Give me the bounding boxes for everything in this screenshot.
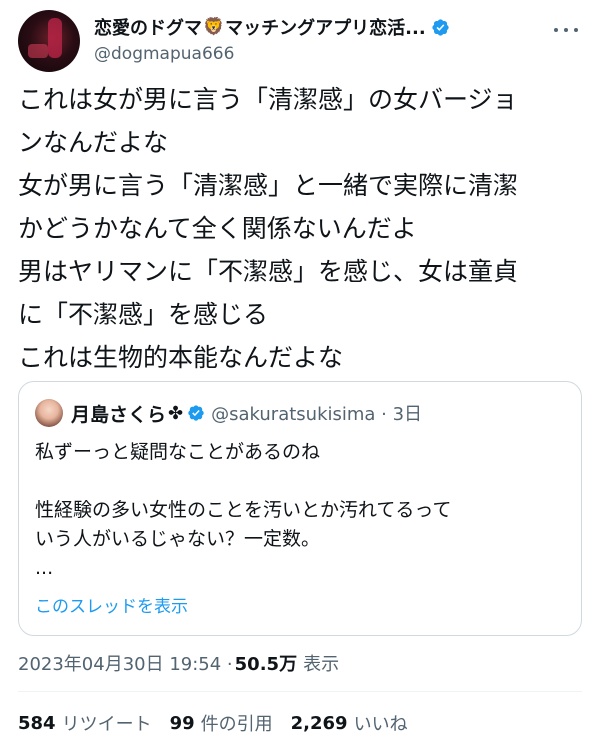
tweet-line: ンなんだよな: [18, 128, 169, 157]
retweet-count[interactable]: 584: [18, 713, 56, 734]
quoted-header: 月島さくら ✤ @sakuratsukisima · 3日: [35, 398, 422, 428]
tweet-line: これは生物的本能なんだよな: [18, 343, 344, 372]
quoted-author-name: 月島さくら: [71, 403, 167, 426]
tweet-text: これは女が男に言う「清潔感」の女バージョ ンなんだよな 女が男に言う「清潔感」と…: [18, 78, 584, 379]
avatar-art-accent: [28, 44, 48, 58]
author-name-suffix[interactable]: マッチングアプリ恋活...: [225, 14, 426, 40]
lion-emoji-icon: 🦁: [203, 17, 225, 37]
view-count-label: 表示: [303, 654, 340, 675]
like-count[interactable]: 2,269: [291, 713, 348, 734]
quoted-author-avatar: [35, 399, 63, 427]
engagement-stats: 584 リツイート 99 件の引用 2,269 いいね: [18, 710, 426, 736]
quoted-line: 性経験の多い女性のことを汚いとか汚れてるって: [35, 499, 452, 521]
quoted-line: いう人がいるじゃない？一定数。: [35, 528, 321, 550]
quoted-handle-time: @sakuratsukisima · 3日: [211, 404, 423, 425]
quoted-line: [35, 467, 565, 496]
tweet-line: 女が男に言う「清潔感」と一緒で実際に清潔: [18, 171, 519, 200]
clover-emoji-icon: ✤: [168, 402, 184, 424]
tweet-line: これは女が男に言う「清潔感」の女バージョ: [18, 85, 518, 114]
timestamp[interactable]: 2023年04月30日 19:54 ·: [18, 650, 233, 676]
quoted-text: 私ずーっと疑問なことがあるのね 性経験の多い女性のことを汚いとか汚れてるって い…: [35, 438, 565, 583]
author-name-line[interactable]: 恋愛のドグマ 🦁 マッチングアプリ恋活...: [94, 14, 450, 40]
tweet-line: に「不潔感」を感じる: [18, 300, 269, 329]
tweet-meta: 2023年04月30日 19:54 · 50.5万 表示: [18, 650, 339, 676]
tweet-header: 恋愛のドグマ 🦁 マッチングアプリ恋活... @dogmapua666: [18, 10, 582, 72]
quote-count[interactable]: 99: [170, 713, 195, 734]
quoted-tweet-card[interactable]: 月島さくら ✤ @sakuratsukisima · 3日 私ずーっと疑問なこと…: [18, 381, 582, 636]
show-thread-link[interactable]: このスレッドを表示: [35, 592, 188, 617]
quoted-verified-badge-icon: [188, 405, 204, 421]
retweet-label[interactable]: リツイート: [62, 710, 152, 736]
author-name[interactable]: 恋愛のドグマ: [94, 14, 202, 40]
like-label[interactable]: いいね: [354, 710, 408, 736]
quoted-line: ...: [35, 557, 54, 579]
author-avatar[interactable]: [18, 10, 80, 72]
avatar-art: [48, 18, 62, 58]
quoted-line: 私ずーっと疑問なことがあるのね: [35, 441, 321, 463]
view-count: 50.5万: [234, 654, 298, 675]
divider: [18, 691, 582, 692]
more-options-icon[interactable]: [554, 20, 578, 40]
tweet-line: 男はヤリマンに「不潔感」を感じ、女は童貞: [18, 257, 519, 286]
tweet-line: かどうかなんて全く関係ないんだよ: [18, 214, 417, 243]
quote-label[interactable]: 件の引用: [201, 710, 273, 736]
author-handle[interactable]: @dogmapua666: [94, 44, 234, 64]
verified-badge-icon: [432, 18, 449, 36]
